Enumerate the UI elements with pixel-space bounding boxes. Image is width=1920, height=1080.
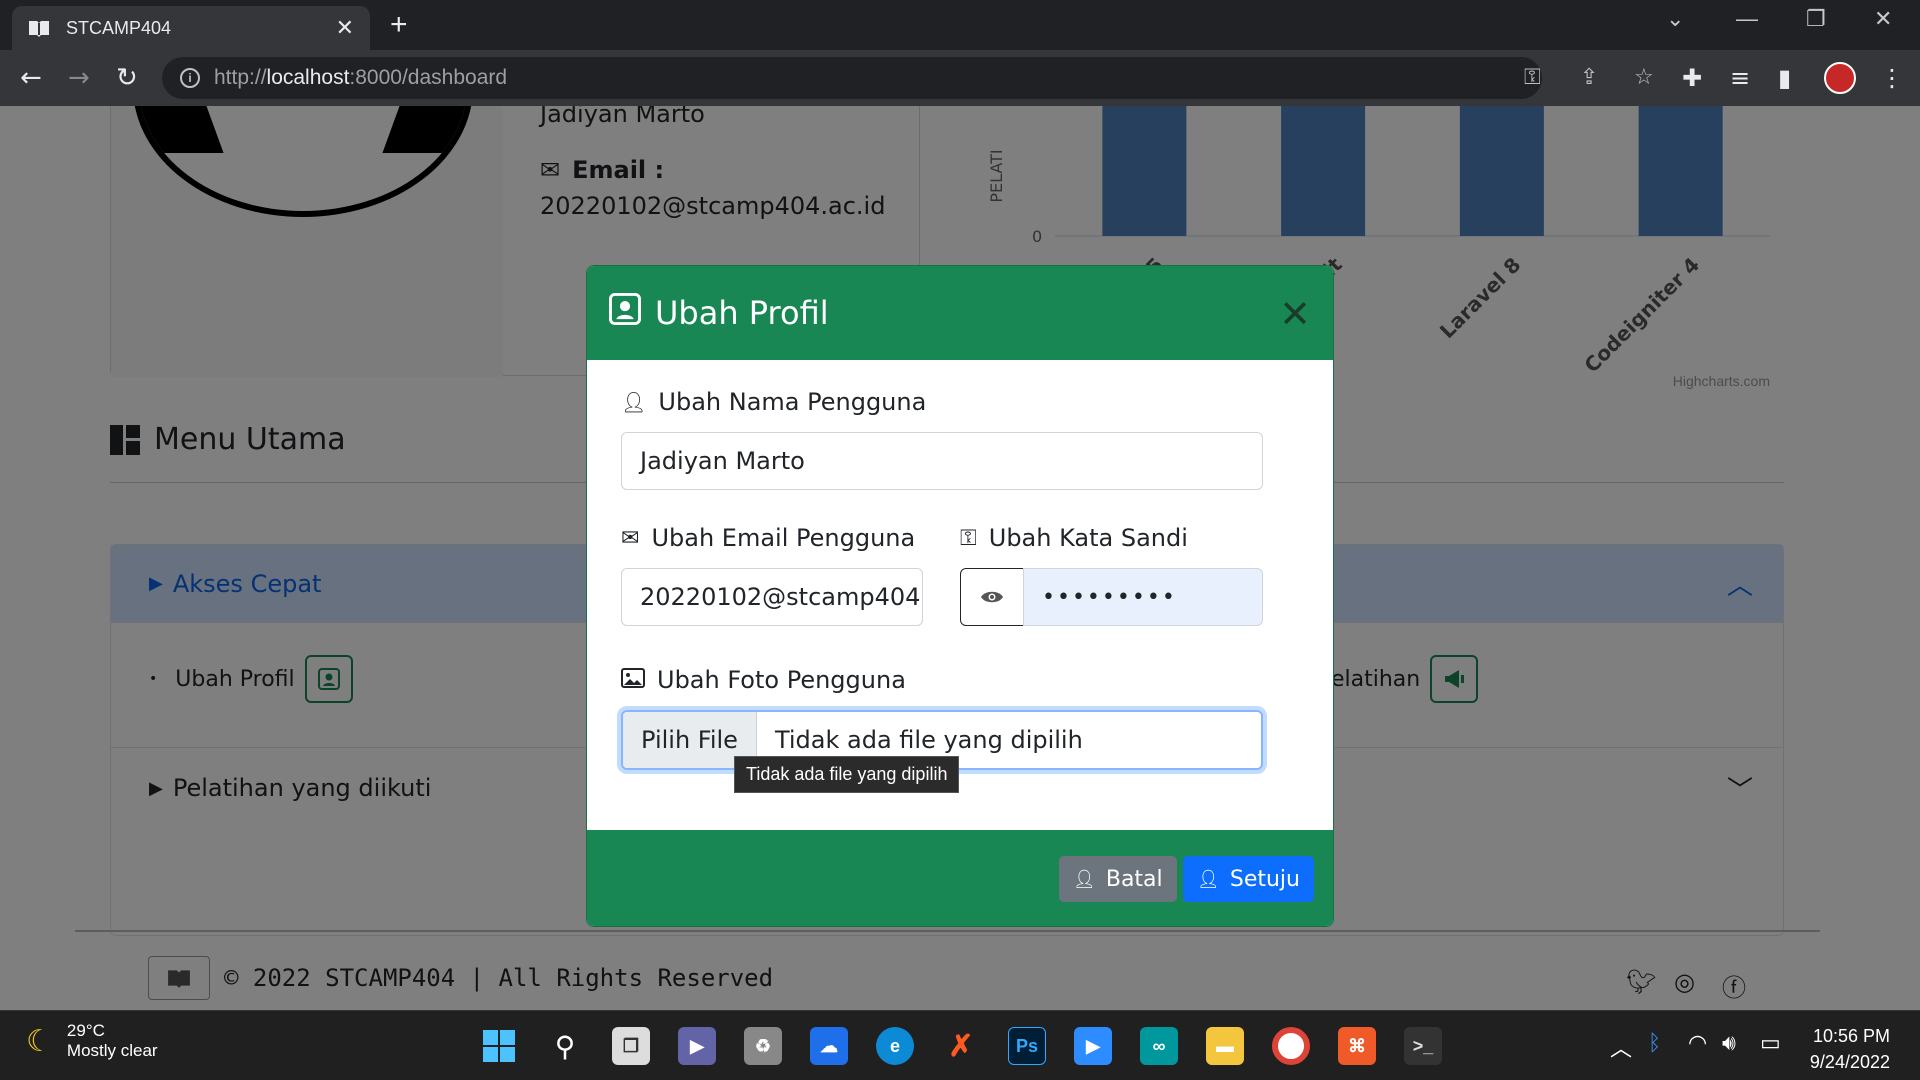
user-check-icon: 👤︎ <box>1197 868 1220 890</box>
temperature: 29°C <box>66 1021 105 1040</box>
password-field[interactable]: ••••••••• <box>1023 568 1263 626</box>
back-icon[interactable]: ← <box>20 63 42 93</box>
volume-icon[interactable]: 🔊︎ <box>1722 1031 1736 1056</box>
chevron-up-icon[interactable]: ︿ <box>1610 1031 1632 1063</box>
submit-button[interactable]: 👤︎ Setuju <box>1183 856 1314 902</box>
user-x-icon: 👤︎ <box>1073 868 1096 890</box>
modal-title: Ubah Profil <box>655 294 829 332</box>
cloud-app-icon[interactable]: ☁ <box>810 1027 848 1065</box>
taskbar: ☾ 29°C Mostly clear ⚲ ❐ ▶ ♻ ☁ e ✗ Ps ▶ ∞… <box>0 1010 1920 1080</box>
file-explorer-icon[interactable]: ▬ <box>1206 1027 1244 1065</box>
reload-icon[interactable]: ↻ <box>116 63 138 93</box>
info-icon[interactable]: i <box>180 68 200 88</box>
modal-header: Ubah Profil ✕ <box>587 266 1333 360</box>
zoom-icon[interactable]: ▶ <box>1074 1027 1112 1065</box>
task-view-icon[interactable]: ❐ <box>612 1027 650 1065</box>
name-label: 👤︎ Ubah Nama Pengguna <box>621 388 927 416</box>
edit-profile-modal: Ubah Profil ✕ 👤︎ Ubah Nama Pengguna Jadi… <box>586 265 1334 927</box>
email-label: ✉ Ubah Email Pengguna <box>621 524 916 552</box>
image-icon <box>621 666 645 694</box>
browser-tab-strip: STCAMP404 ✕ + ⌄ — ❐ ✕ <box>0 0 1920 50</box>
eye-icon <box>981 591 1003 603</box>
new-tab-button[interactable]: + <box>390 8 408 42</box>
tab-title: STCAMP404 <box>66 17 172 38</box>
email-field[interactable]: 20220102@stcamp404. <box>621 568 923 626</box>
minimize-button[interactable]: — <box>1736 6 1758 32</box>
user-badge-icon <box>609 293 641 333</box>
extensions-icon[interactable]: ✚ <box>1682 64 1702 92</box>
name-field[interactable]: Jadiyan Marto <box>621 432 1263 490</box>
arduino-icon[interactable]: ∞ <box>1140 1027 1178 1065</box>
recycle-bin-icon[interactable]: ♻ <box>744 1027 782 1065</box>
book-icon <box>28 18 50 38</box>
address-bar[interactable]: i http://localhost:8000/dashboard ⚿ ⇪ ☆ <box>162 57 1654 99</box>
photoshop-icon[interactable]: Ps <box>1008 1027 1046 1065</box>
url-text: http://localhost:8000/dashboard <box>214 66 508 89</box>
windows-start-icon[interactable] <box>480 1027 518 1065</box>
modal-body: 👤︎ Ubah Nama Pengguna Jadiyan Marto ✉ Ub… <box>587 360 1333 830</box>
edge-icon[interactable]: e <box>876 1027 914 1065</box>
clock[interactable]: 10:56 PM 9/24/2022 <box>1810 1023 1890 1075</box>
battery-icon[interactable]: ▭ <box>1760 1031 1781 1056</box>
weather-text: Mostly clear <box>66 1041 158 1060</box>
close-icon[interactable]: ✕ <box>1279 292 1311 336</box>
weather-widget[interactable]: ☾ 29°C Mostly clear <box>26 1021 158 1061</box>
forward-icon[interactable]: → <box>68 63 90 93</box>
chrome-icon[interactable] <box>1272 1027 1310 1065</box>
media-icon[interactable]: ≡ <box>1730 64 1750 92</box>
close-window-button[interactable]: ✕ <box>1874 6 1892 32</box>
side-panel-icon[interactable]: ▮ <box>1778 64 1791 92</box>
close-tab-icon[interactable]: ✕ <box>336 16 354 41</box>
menu-icon[interactable]: ⋮ <box>1880 64 1904 92</box>
photo-label: Ubah Foto Pengguna <box>621 666 906 694</box>
app-icon[interactable]: ⌘ <box>1338 1027 1376 1065</box>
terminal-icon[interactable]: >_ <box>1404 1027 1442 1065</box>
time: 10:56 PM <box>1812 1026 1890 1046</box>
modal-footer: 👤︎ Batal 👤︎ Setuju <box>587 830 1333 926</box>
bookmark-star-icon[interactable]: ☆ <box>1634 65 1654 90</box>
teams-chat-icon[interactable]: ▶ <box>678 1027 716 1065</box>
bluetooth-icon[interactable]: ᛒ <box>1648 1031 1661 1056</box>
search-icon[interactable]: ⚲ <box>546 1027 584 1065</box>
profile-avatar[interactable] <box>1824 62 1856 94</box>
browser-tab[interactable]: STCAMP404 ✕ <box>12 6 370 50</box>
date: 9/24/2022 <box>1809 1052 1890 1072</box>
xampp-icon[interactable]: ✗ <box>942 1027 980 1065</box>
envelope-icon: ✉ <box>621 525 640 551</box>
password-label: ⚿ Ubah Kata Sandi <box>960 524 1188 552</box>
browser-toolbar: ← → ↻ i http://localhost:8000/dashboard … <box>0 50 1920 106</box>
key-icon[interactable]: ⚿ <box>1524 65 1541 90</box>
moon-cloud-icon: ☾ <box>26 1024 53 1058</box>
toggle-password-button[interactable] <box>960 568 1024 626</box>
share-icon[interactable]: ⇪ <box>1580 65 1598 90</box>
user-icon: 👤︎ <box>621 390 647 414</box>
restore-button[interactable]: ❐ <box>1806 6 1826 32</box>
file-status: Tidak ada file yang dipilih <box>774 726 1083 754</box>
cancel-button[interactable]: 👤︎ Batal <box>1059 856 1177 902</box>
tab-search-icon[interactable]: ⌄ <box>1666 6 1684 32</box>
key-icon: ⚿ <box>960 525 977 551</box>
file-tooltip: Tidak ada file yang dipilih <box>734 756 960 793</box>
wifi-icon[interactable]: ◠ <box>1688 1031 1707 1056</box>
